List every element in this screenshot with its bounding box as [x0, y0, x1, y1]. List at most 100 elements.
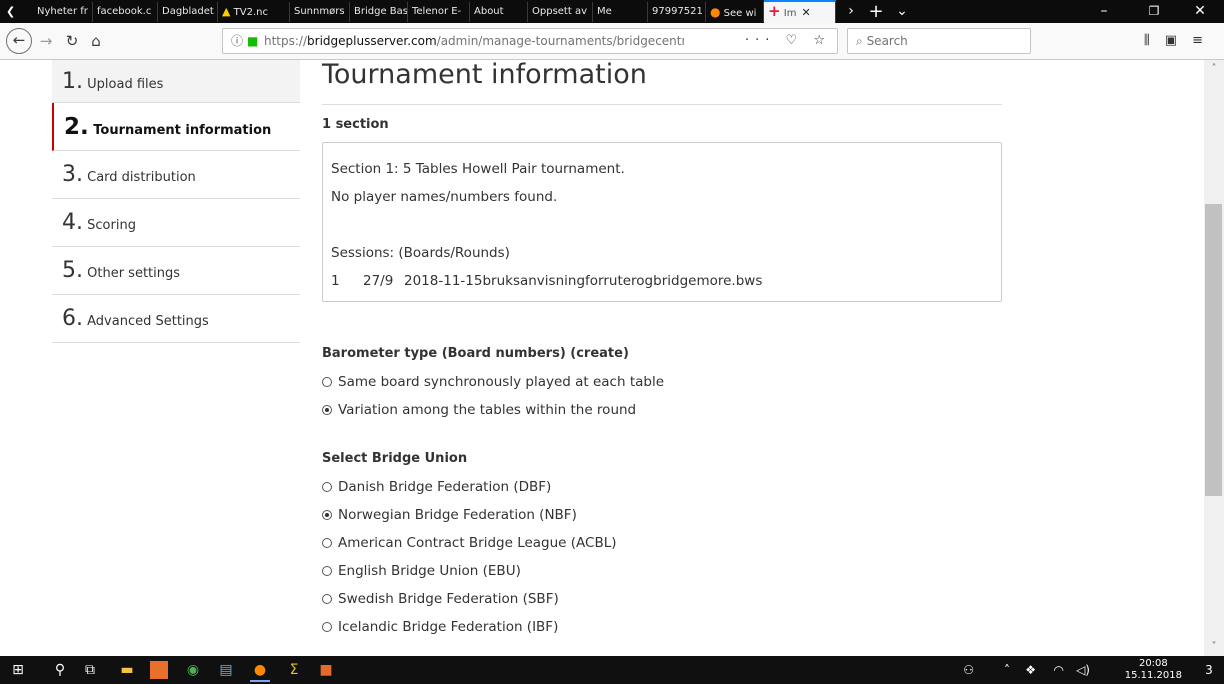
tab-dagbladet[interactable]: Dagbladet [158, 2, 218, 22]
tab-bridge-bas[interactable]: Bridge Bas [350, 2, 408, 22]
tab-telenor[interactable]: Telenor E- [408, 2, 470, 22]
close-window-icon[interactable]: ✕ [1180, 0, 1220, 23]
radio-button[interactable] [322, 538, 332, 548]
radio-sbf[interactable]: Swedish Bridge Federation (SBF) [322, 586, 559, 612]
step-number: 6. [62, 306, 83, 331]
page-actions[interactable]: ··· ♡ ☆ [745, 29, 831, 53]
tab-scroll-right-icon[interactable]: › [840, 0, 862, 23]
step-other-settings[interactable]: 5. Other settings [52, 247, 300, 295]
step-label: Scoring [87, 218, 136, 233]
step-label: Tournament information [93, 123, 272, 138]
outlook-icon[interactable] [150, 661, 168, 679]
tab-active-import[interactable]: + Im ✕ [764, 0, 836, 23]
close-tab-icon[interactable]: ✕ [801, 6, 810, 19]
info-line: Section 1: 5 Tables Howell Pair tourname… [331, 161, 625, 177]
tab-about[interactable]: About [470, 2, 528, 22]
radio-button[interactable] [322, 510, 332, 520]
step-upload-files[interactable]: 1. Upload files [52, 60, 300, 103]
sessions-header: Sessions: (Boards/Rounds) [331, 245, 510, 261]
tab-label: Oppsett av [532, 6, 587, 17]
radio-button[interactable] [322, 405, 332, 415]
search-placeholder: Search [866, 34, 908, 48]
app-icon[interactable]: ▤ [216, 660, 236, 680]
sidebar-icon[interactable]: ▣ [1165, 33, 1192, 48]
minimize-icon[interactable]: – [1084, 0, 1124, 23]
menu-icon[interactable]: ≡ [1192, 33, 1218, 48]
windows-start-icon[interactable]: ⊞ [8, 660, 28, 680]
people-icon[interactable]: ⚇ [963, 660, 974, 680]
url-text[interactable]: https://bridgeplusserver.com/admin/manag… [264, 29, 684, 53]
task-view-icon[interactable]: ⧉ [80, 660, 100, 680]
step-advanced-settings[interactable]: 6. Advanced Settings [52, 295, 300, 343]
tab-label: Nyheter fr [37, 6, 88, 17]
scrollbar-thumb[interactable] [1205, 204, 1222, 496]
tab-label: 97997521 [652, 6, 703, 17]
tab-scroll-left-icon[interactable]: ❮ [0, 0, 33, 23]
search-icon[interactable]: ⚲ [50, 660, 70, 680]
tab-facebook[interactable]: facebook.c [93, 2, 158, 22]
tab-see-wi[interactable]: ● See wi [706, 2, 764, 22]
tab-label: Sunnmørs [294, 6, 345, 17]
forward-arrow-icon[interactable]: → [34, 29, 58, 53]
firefox-icon[interactable]: ● [250, 660, 270, 682]
tab-label: About [474, 6, 504, 17]
vertical-scrollbar[interactable]: ˄ ˅ [1204, 60, 1224, 656]
clock-date: 15.11.2018 [1124, 670, 1182, 681]
radio-button[interactable] [322, 622, 332, 632]
step-label: Other settings [87, 266, 181, 281]
tab-sunnmors[interactable]: Sunnmørs [290, 2, 350, 22]
wifi-icon[interactable]: ◠ [1054, 660, 1064, 680]
radio-label: Variation among the tables within the ro… [338, 402, 637, 418]
page-title: Tournament information [322, 60, 1002, 105]
clock[interactable]: 20:08 15.11.2018 [1125, 658, 1182, 682]
tournament-info-box: Section 1: 5 Tables Howell Pair tourname… [322, 142, 1002, 302]
radio-button[interactable] [322, 482, 332, 492]
navigation-bar: ← → ↻ ⌂ ⓘ ■ https://bridgeplusserver.com… [0, 23, 1224, 60]
radio-nbf[interactable]: Norwegian Bridge Federation (NBF) [322, 502, 577, 528]
step-scoring[interactable]: 4. Scoring [52, 199, 300, 247]
radio-dbf[interactable]: Danish Bridge Federation (DBF) [322, 474, 551, 500]
chrome-icon[interactable]: ◉ [183, 660, 203, 680]
step-card-distribution[interactable]: 3. Card distribution [52, 151, 300, 199]
radio-label: English Bridge Union (EBU) [338, 563, 521, 579]
tab-me[interactable]: Me [593, 2, 648, 22]
tab-nyheter[interactable]: Nyheter fr [33, 2, 93, 22]
game-icon[interactable]: ■ [316, 660, 336, 680]
radio-ibf[interactable]: Icelandic Bridge Federation (IBF) [322, 614, 558, 640]
chevron-up-icon[interactable]: ˄ [1004, 660, 1010, 680]
chevron-down-icon[interactable]: ⌄ [890, 0, 914, 23]
tab-phone[interactable]: 97997521 [648, 2, 706, 22]
step-tournament-information[interactable]: 2. Tournament information [52, 103, 300, 151]
url-bar[interactable]: ⓘ ■ https://bridgeplusserver.com/admin/m… [222, 28, 838, 54]
new-tab-icon[interactable]: + [864, 0, 888, 23]
radio-variation[interactable]: Variation among the tables within the ro… [322, 397, 636, 423]
session-boards-rounds: 27/9 [363, 273, 394, 289]
file-explorer-icon[interactable]: ▬ [117, 660, 137, 680]
step-label: Upload files [87, 77, 164, 92]
radio-button[interactable] [322, 566, 332, 576]
tab-oppsett[interactable]: Oppsett av [528, 2, 593, 22]
volume-icon[interactable]: ◁) [1076, 660, 1090, 680]
step-number: 2. [64, 114, 89, 140]
radio-button[interactable] [322, 594, 332, 604]
session-file: 2018-11-15bruksanvisningforruterogbridge… [404, 273, 763, 289]
scroll-up-icon[interactable]: ˄ [1204, 60, 1224, 78]
radio-same-board[interactable]: Same board synchronously played at each … [322, 369, 664, 395]
search-icon: ⌕ [856, 34, 863, 48]
radio-button[interactable] [322, 377, 332, 387]
restore-icon[interactable]: ❐ [1134, 0, 1174, 23]
info-icon[interactable]: ⓘ [231, 29, 243, 53]
notification-icon[interactable]: 3 [1199, 661, 1219, 679]
back-arrow-icon[interactable]: ← [6, 28, 32, 54]
tab-label: Me [597, 6, 612, 17]
radio-ebu[interactable]: English Bridge Union (EBU) [322, 558, 521, 584]
search-input[interactable]: ⌕ Search [847, 28, 1031, 54]
library-icon[interactable]: ⫼ [1144, 33, 1165, 48]
tab-tv2[interactable]: ▲ TV2.nc [218, 2, 290, 22]
dropbox-icon[interactable]: ❖ [1025, 660, 1036, 680]
scroll-down-icon[interactable]: ˅ [1204, 638, 1224, 656]
radio-acbl[interactable]: American Contract Bridge League (ACBL) [322, 530, 617, 556]
reload-icon[interactable]: ↻ [60, 29, 84, 53]
home-icon[interactable]: ⌂ [84, 29, 108, 53]
sigma-icon[interactable]: Σ [284, 660, 304, 680]
